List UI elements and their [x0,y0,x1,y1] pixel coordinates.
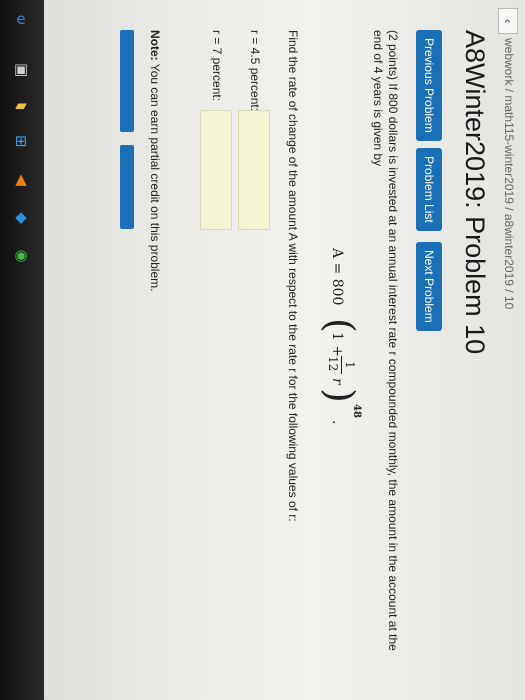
preview-answers-button[interactable] [120,30,134,132]
formula-period: . [329,420,345,425]
problem-list-button[interactable]: Problem List [416,148,442,231]
edge-icon[interactable]: e [10,8,32,30]
fraction-denominator: 12 [326,356,340,372]
note-text: You can earn partial credit on this prob… [148,60,162,292]
find-instruction: Find the rate of change of the amount A … [286,30,300,522]
right-paren: ) [318,388,362,403]
photographed-screen: e ▣ ▰ ⊞ ▲ ◆ ◉ ‹ webwork / math115-winter… [0,0,525,700]
fraction-numerator: 1 [343,361,357,369]
fraction-bar [341,356,342,374]
windows-icon[interactable]: ⊞ [10,130,32,152]
answer-input-2[interactable] [200,110,232,230]
formula-one: 1 + [329,332,345,358]
formula-exponent: 48 [351,404,362,418]
next-problem-button[interactable]: Next Problem [416,242,442,331]
store-icon[interactable]: ▣ [10,58,32,80]
answer-input-1[interactable] [238,110,270,230]
media-icon[interactable]: ◉ [10,244,32,266]
back-arrow-icon[interactable]: ‹ [498,8,518,34]
left-paren: ( [318,318,362,333]
formula-lhs: A = 800 [329,248,345,306]
webwork-page: ‹ webwork / math115-winter2019 / a8winte… [50,0,520,700]
windows-taskbar: e ▣ ▰ ⊞ ▲ ◆ ◉ [0,0,44,700]
problem-statement: (2 points) If 800 dollars is invested at… [371,30,400,651]
answer-label-1: r = 4.5 percent: [248,30,262,112]
answer-label-2: r = 7 percent: [210,30,224,102]
formula-variable: r [329,378,345,385]
vlc-icon[interactable]: ▲ [10,168,32,190]
page-title: A8Winter2019: Problem 10 [460,30,490,355]
breadcrumb[interactable]: webwork / math115-winter2019 / a8winter2… [502,38,516,309]
app-icon[interactable]: ◆ [10,206,32,228]
previous-problem-button[interactable]: Previous Problem [416,30,442,141]
note-label: Note: [148,30,162,61]
folder-icon[interactable]: ▰ [10,94,32,116]
partial-credit-note: Note: You can earn partial credit on thi… [148,30,162,291]
submit-answers-button[interactable] [120,145,134,229]
